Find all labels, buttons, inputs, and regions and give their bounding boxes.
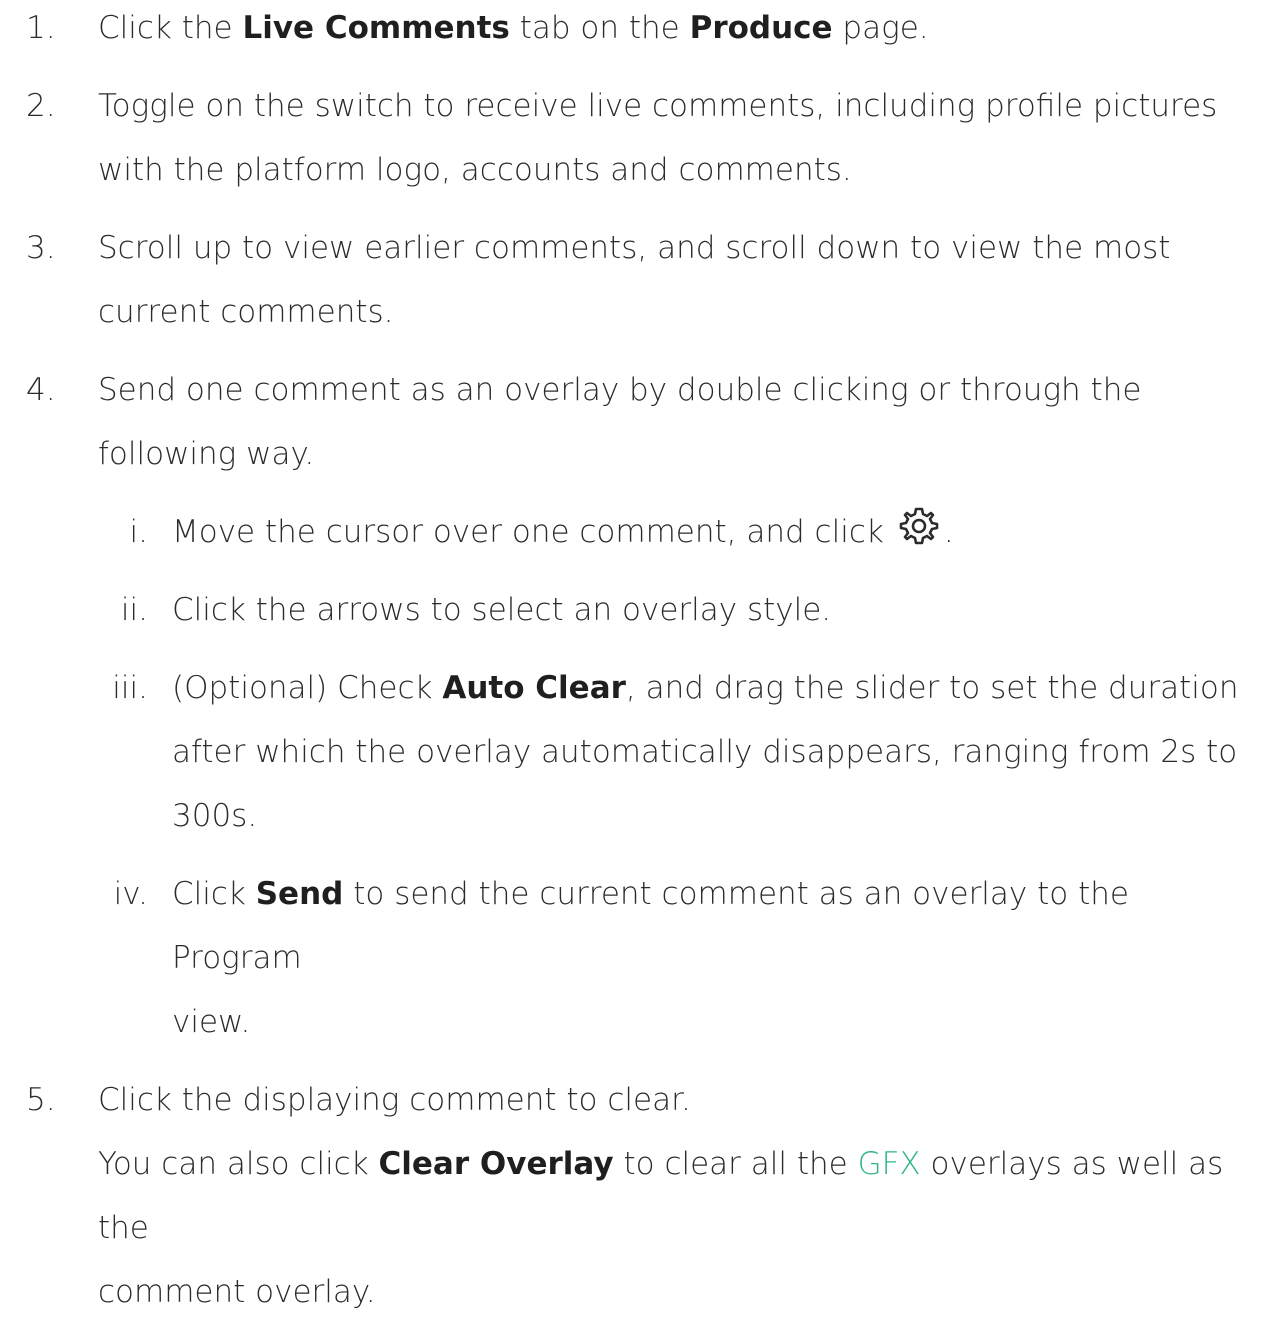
step-number: 2. — [26, 88, 56, 124]
step-text-line: with the platform logo, accounts and com… — [98, 152, 852, 188]
step-text-line: Scroll up to view earlier comments, and … — [98, 230, 1171, 266]
step-text-line: comment overlay. — [98, 1274, 376, 1310]
step-number: 4. — [26, 372, 56, 408]
step-number: 5. — [26, 1082, 56, 1118]
substep-text-line: Click Send to send the current comment a… — [172, 876, 1129, 976]
substep-number: i. — [129, 514, 148, 550]
substep-number: iv. — [113, 876, 148, 912]
step-2: 2. Toggle on the switch to receive live … — [0, 74, 1278, 202]
produce-label: Produce — [689, 10, 833, 46]
clear-overlay-label: Clear Overlay — [378, 1146, 614, 1182]
substep-text-line: view. — [172, 1004, 251, 1040]
substep-number: ii. — [120, 592, 148, 628]
substep-iv: iv. Click Send to send the current comme… — [0, 862, 1278, 1054]
step-number: 3. — [26, 230, 56, 266]
substep-text-line: after which the overlay automatically di… — [172, 734, 1238, 770]
substep-i: i. Move the cursor over one comment, and… — [0, 500, 1278, 564]
step-text: Click the Live Comments tab on the Produ… — [98, 10, 929, 46]
step-text-line: current comments. — [98, 294, 394, 330]
gfx-link[interactable]: GFX — [858, 1146, 921, 1182]
step-text-line: following way. — [98, 436, 315, 472]
send-label: Send — [255, 876, 344, 912]
substep-text: Click the arrows to select an overlay st… — [172, 592, 832, 628]
instructions-page: 1. Click the Live Comments tab on the Pr… — [0, 0, 1278, 1310]
step-number: 1. — [26, 10, 56, 46]
step-text-line: You can also click Clear Overlay to clea… — [98, 1146, 1224, 1246]
step-5: 5. Click the displaying comment to clear… — [0, 1068, 1278, 1324]
step-text-line: Toggle on the switch to receive live com… — [98, 88, 1218, 124]
substep-text-line: 300s. — [172, 798, 258, 834]
step-text-line: Click the displaying comment to clear. — [98, 1082, 691, 1118]
substep-iii: iii. (Optional) Check Auto Clear, and dr… — [0, 656, 1278, 848]
auto-clear-label: Auto Clear — [442, 670, 626, 706]
gear-icon — [898, 506, 940, 548]
step-4: 4. Send one comment as an overlay by dou… — [0, 358, 1278, 486]
substep-number: iii. — [112, 670, 148, 706]
substep-ii: ii. Click the arrows to select an overla… — [0, 578, 1278, 642]
step-1: 1. Click the Live Comments tab on the Pr… — [0, 0, 1278, 60]
substep-text-line: (Optional) Check Auto Clear, and drag th… — [172, 670, 1239, 706]
substep-text: Move the cursor over one comment, and cl… — [172, 500, 1268, 564]
step-text-line: Send one comment as an overlay by double… — [98, 372, 1142, 408]
step-3: 3. Scroll up to view earlier comments, a… — [0, 216, 1278, 344]
live-comments-label: Live Comments — [242, 10, 510, 46]
